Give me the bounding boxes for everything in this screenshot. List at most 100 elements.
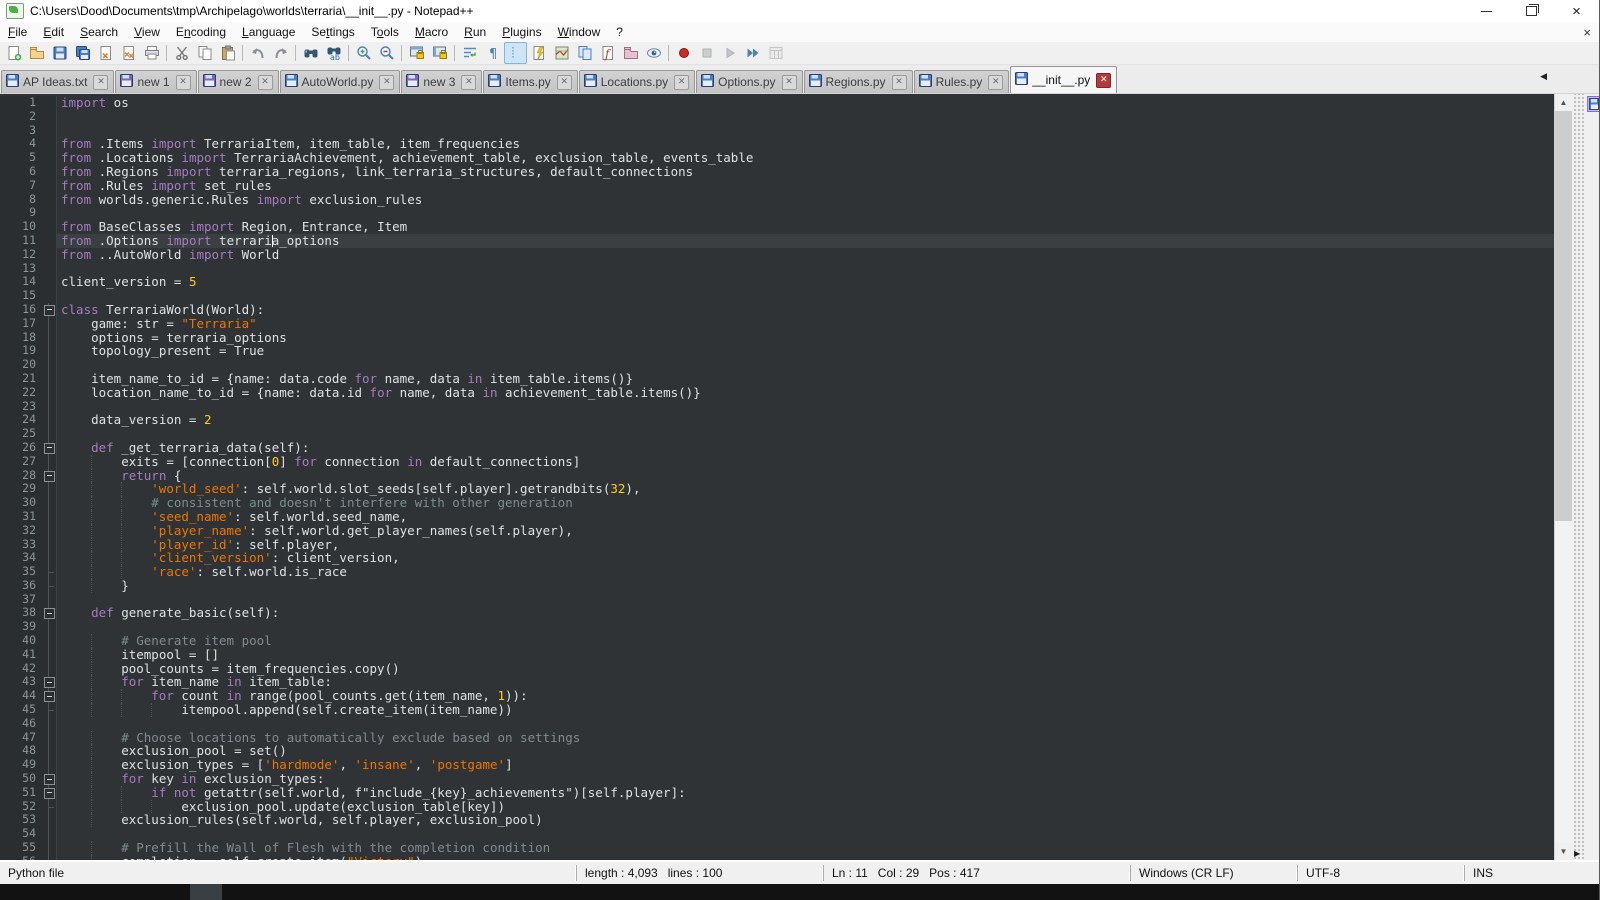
tab--init-py[interactable]: __init__.py✕	[1010, 66, 1117, 93]
code-line-17[interactable]: 17 game: str = "Terraria"	[0, 317, 1554, 331]
macro-record-button[interactable]	[672, 42, 695, 64]
macro-save-button[interactable]	[764, 42, 787, 64]
fold-margin-collapse[interactable]	[42, 786, 57, 800]
menu-settings[interactable]: Settings	[303, 23, 362, 41]
macro-run-multiple-button[interactable]	[741, 42, 764, 64]
tab-close-icon[interactable]: ✕	[988, 75, 1003, 90]
menu-search[interactable]: Search	[72, 23, 126, 41]
open-file-button[interactable]	[25, 42, 48, 64]
code-line-32[interactable]: 32 'player_name': self.world.get_player_…	[0, 524, 1554, 538]
fold-collapse-icon[interactable]	[44, 471, 55, 482]
code-line-23[interactable]: 23	[0, 400, 1554, 414]
file-monitoring-button[interactable]	[642, 42, 665, 64]
code-line-35[interactable]: 35 'race': self.world.is_race	[0, 565, 1554, 579]
code-line-19[interactable]: 19 topology_present = True	[0, 344, 1554, 358]
status-eol-format[interactable]: Windows (CR LF)	[1130, 865, 1297, 881]
code-line-50[interactable]: 50 for key in exclusion_types:	[0, 772, 1554, 786]
menu-run[interactable]: Run	[456, 23, 494, 41]
tab-locations-py[interactable]: Locations.py✕	[579, 70, 695, 93]
code-line-27[interactable]: 27 exits = [connection[0] for connection…	[0, 455, 1554, 469]
code-line-9[interactable]: 9	[0, 206, 1554, 220]
code-line-24[interactable]: 24 data_version = 2	[0, 413, 1554, 427]
code-line-21[interactable]: 21 item_name_to_id = {name: data.code fo…	[0, 372, 1554, 386]
restore-button[interactable]	[1509, 0, 1554, 22]
fold-margin-collapse[interactable]	[42, 772, 57, 786]
tab-options-py[interactable]: Options.py✕	[696, 70, 802, 93]
code-line-14[interactable]: 14client_version = 5	[0, 275, 1554, 289]
word-wrap-button[interactable]	[458, 42, 481, 64]
menu-view[interactable]: View	[126, 23, 168, 41]
tab-close-icon[interactable]: ✕	[892, 75, 907, 90]
tab-rules-py[interactable]: Rules.py✕	[914, 70, 1010, 93]
code-line-52[interactable]: 52 exclusion_pool.update(exclusion_table…	[0, 800, 1554, 814]
code-line-2[interactable]: 2	[0, 110, 1554, 124]
tab-close-icon[interactable]: ✕	[461, 75, 476, 90]
minimize-button[interactable]	[1464, 0, 1509, 22]
code-line-47[interactable]: 47 # Choose locations to automatically e…	[0, 731, 1554, 745]
cut-button[interactable]	[170, 42, 193, 64]
close-document-icon[interactable]: ×	[1583, 25, 1591, 40]
code-line-5[interactable]: 5from .Locations import TerrariaAchievem…	[0, 151, 1554, 165]
code-line-40[interactable]: 40 # Generate item pool	[0, 634, 1554, 648]
code-line-41[interactable]: 41 itempool = []	[0, 648, 1554, 662]
fold-margin-collapse[interactable]	[42, 675, 57, 689]
code-line-6[interactable]: 6from .Regions import terraria_regions, …	[0, 165, 1554, 179]
sync-horizontal-button[interactable]	[428, 42, 451, 64]
folder-as-workspace-button[interactable]	[619, 42, 642, 64]
status-insert-mode[interactable]: INS	[1464, 865, 1521, 881]
fold-collapse-icon[interactable]	[44, 305, 55, 316]
code-line-7[interactable]: 7from .Rules import set_rules	[0, 179, 1554, 193]
macro-play-button[interactable]	[718, 42, 741, 64]
save-button[interactable]	[48, 42, 71, 64]
fold-margin-collapse[interactable]	[42, 606, 57, 620]
show-indent-guide-button[interactable]	[504, 42, 527, 64]
code-line-54[interactable]: 54	[0, 827, 1554, 841]
code-line-37[interactable]: 37	[0, 593, 1554, 607]
code-line-43[interactable]: 43 for item_name in item_table:	[0, 675, 1554, 689]
copy-button[interactable]	[193, 42, 216, 64]
code-line-1[interactable]: 1import os	[0, 96, 1554, 110]
code-line-55[interactable]: 55 # Prefill the Wall of Flesh with the …	[0, 841, 1554, 855]
fold-margin-collapse[interactable]	[42, 303, 57, 317]
new-file-button[interactable]	[2, 42, 25, 64]
code-line-38[interactable]: 38 def generate_basic(self):	[0, 606, 1554, 620]
redo-button[interactable]	[269, 42, 292, 64]
code-line-20[interactable]: 20	[0, 358, 1554, 372]
code-line-48[interactable]: 48 exclusion_pool = set()	[0, 744, 1554, 758]
tab-close-icon[interactable]: ✕	[1096, 73, 1111, 88]
code-line-15[interactable]: 15	[0, 289, 1554, 303]
function-completion-button[interactable]: f	[596, 42, 619, 64]
sync-vertical-button[interactable]	[405, 42, 428, 64]
code-line-53[interactable]: 53 exclusion_rules(self.world, self.play…	[0, 813, 1554, 827]
tab-items-py[interactable]: Items.py✕	[483, 70, 577, 93]
menu-encoding[interactable]: Encoding	[168, 23, 234, 41]
code-line-46[interactable]: 46	[0, 717, 1554, 731]
replace-button[interactable]: ab	[322, 42, 345, 64]
menu-file[interactable]: File	[0, 23, 35, 41]
menu-macro[interactable]: Macro	[407, 23, 456, 41]
menu-language[interactable]: Language	[234, 23, 303, 41]
code-line-25[interactable]: 25	[0, 427, 1554, 441]
scroll-right-icon[interactable]: ▶	[1574, 849, 1580, 858]
scroll-up-icon[interactable]: ▲	[1555, 94, 1572, 111]
code-line-16[interactable]: 16class TerrariaWorld(World):	[0, 303, 1554, 317]
tab-new-2[interactable]: new 2✕	[198, 70, 279, 93]
fold-collapse-icon[interactable]	[44, 774, 55, 785]
code-line-12[interactable]: 12from ..AutoWorld import World	[0, 248, 1554, 262]
tab-scroll-left-icon[interactable]: ◀	[1540, 71, 1547, 82]
tab-close-icon[interactable]: ✕	[674, 75, 689, 90]
menu-window[interactable]: Window	[550, 23, 609, 41]
fold-collapse-icon[interactable]	[44, 677, 55, 688]
code-line-33[interactable]: 33 'player_id': self.player,	[0, 538, 1554, 552]
code-line-11[interactable]: 11from .Options import terraria_options	[0, 234, 1554, 248]
menu-plugins[interactable]: Plugins	[494, 23, 549, 41]
fold-margin-collapse[interactable]	[42, 441, 57, 455]
tab-autoworld-py[interactable]: AutoWorld.py✕	[280, 70, 401, 93]
zoom-in-button[interactable]	[352, 42, 375, 64]
document-map-button[interactable]	[550, 42, 573, 64]
find-button[interactable]	[299, 42, 322, 64]
code-line-8[interactable]: 8from worlds.generic.Rules import exclus…	[0, 193, 1554, 207]
code-line-28[interactable]: 28 return {	[0, 469, 1554, 483]
fold-collapse-icon[interactable]	[44, 608, 55, 619]
code-line-30[interactable]: 30 # consistent and doesn't interfere wi…	[0, 496, 1554, 510]
